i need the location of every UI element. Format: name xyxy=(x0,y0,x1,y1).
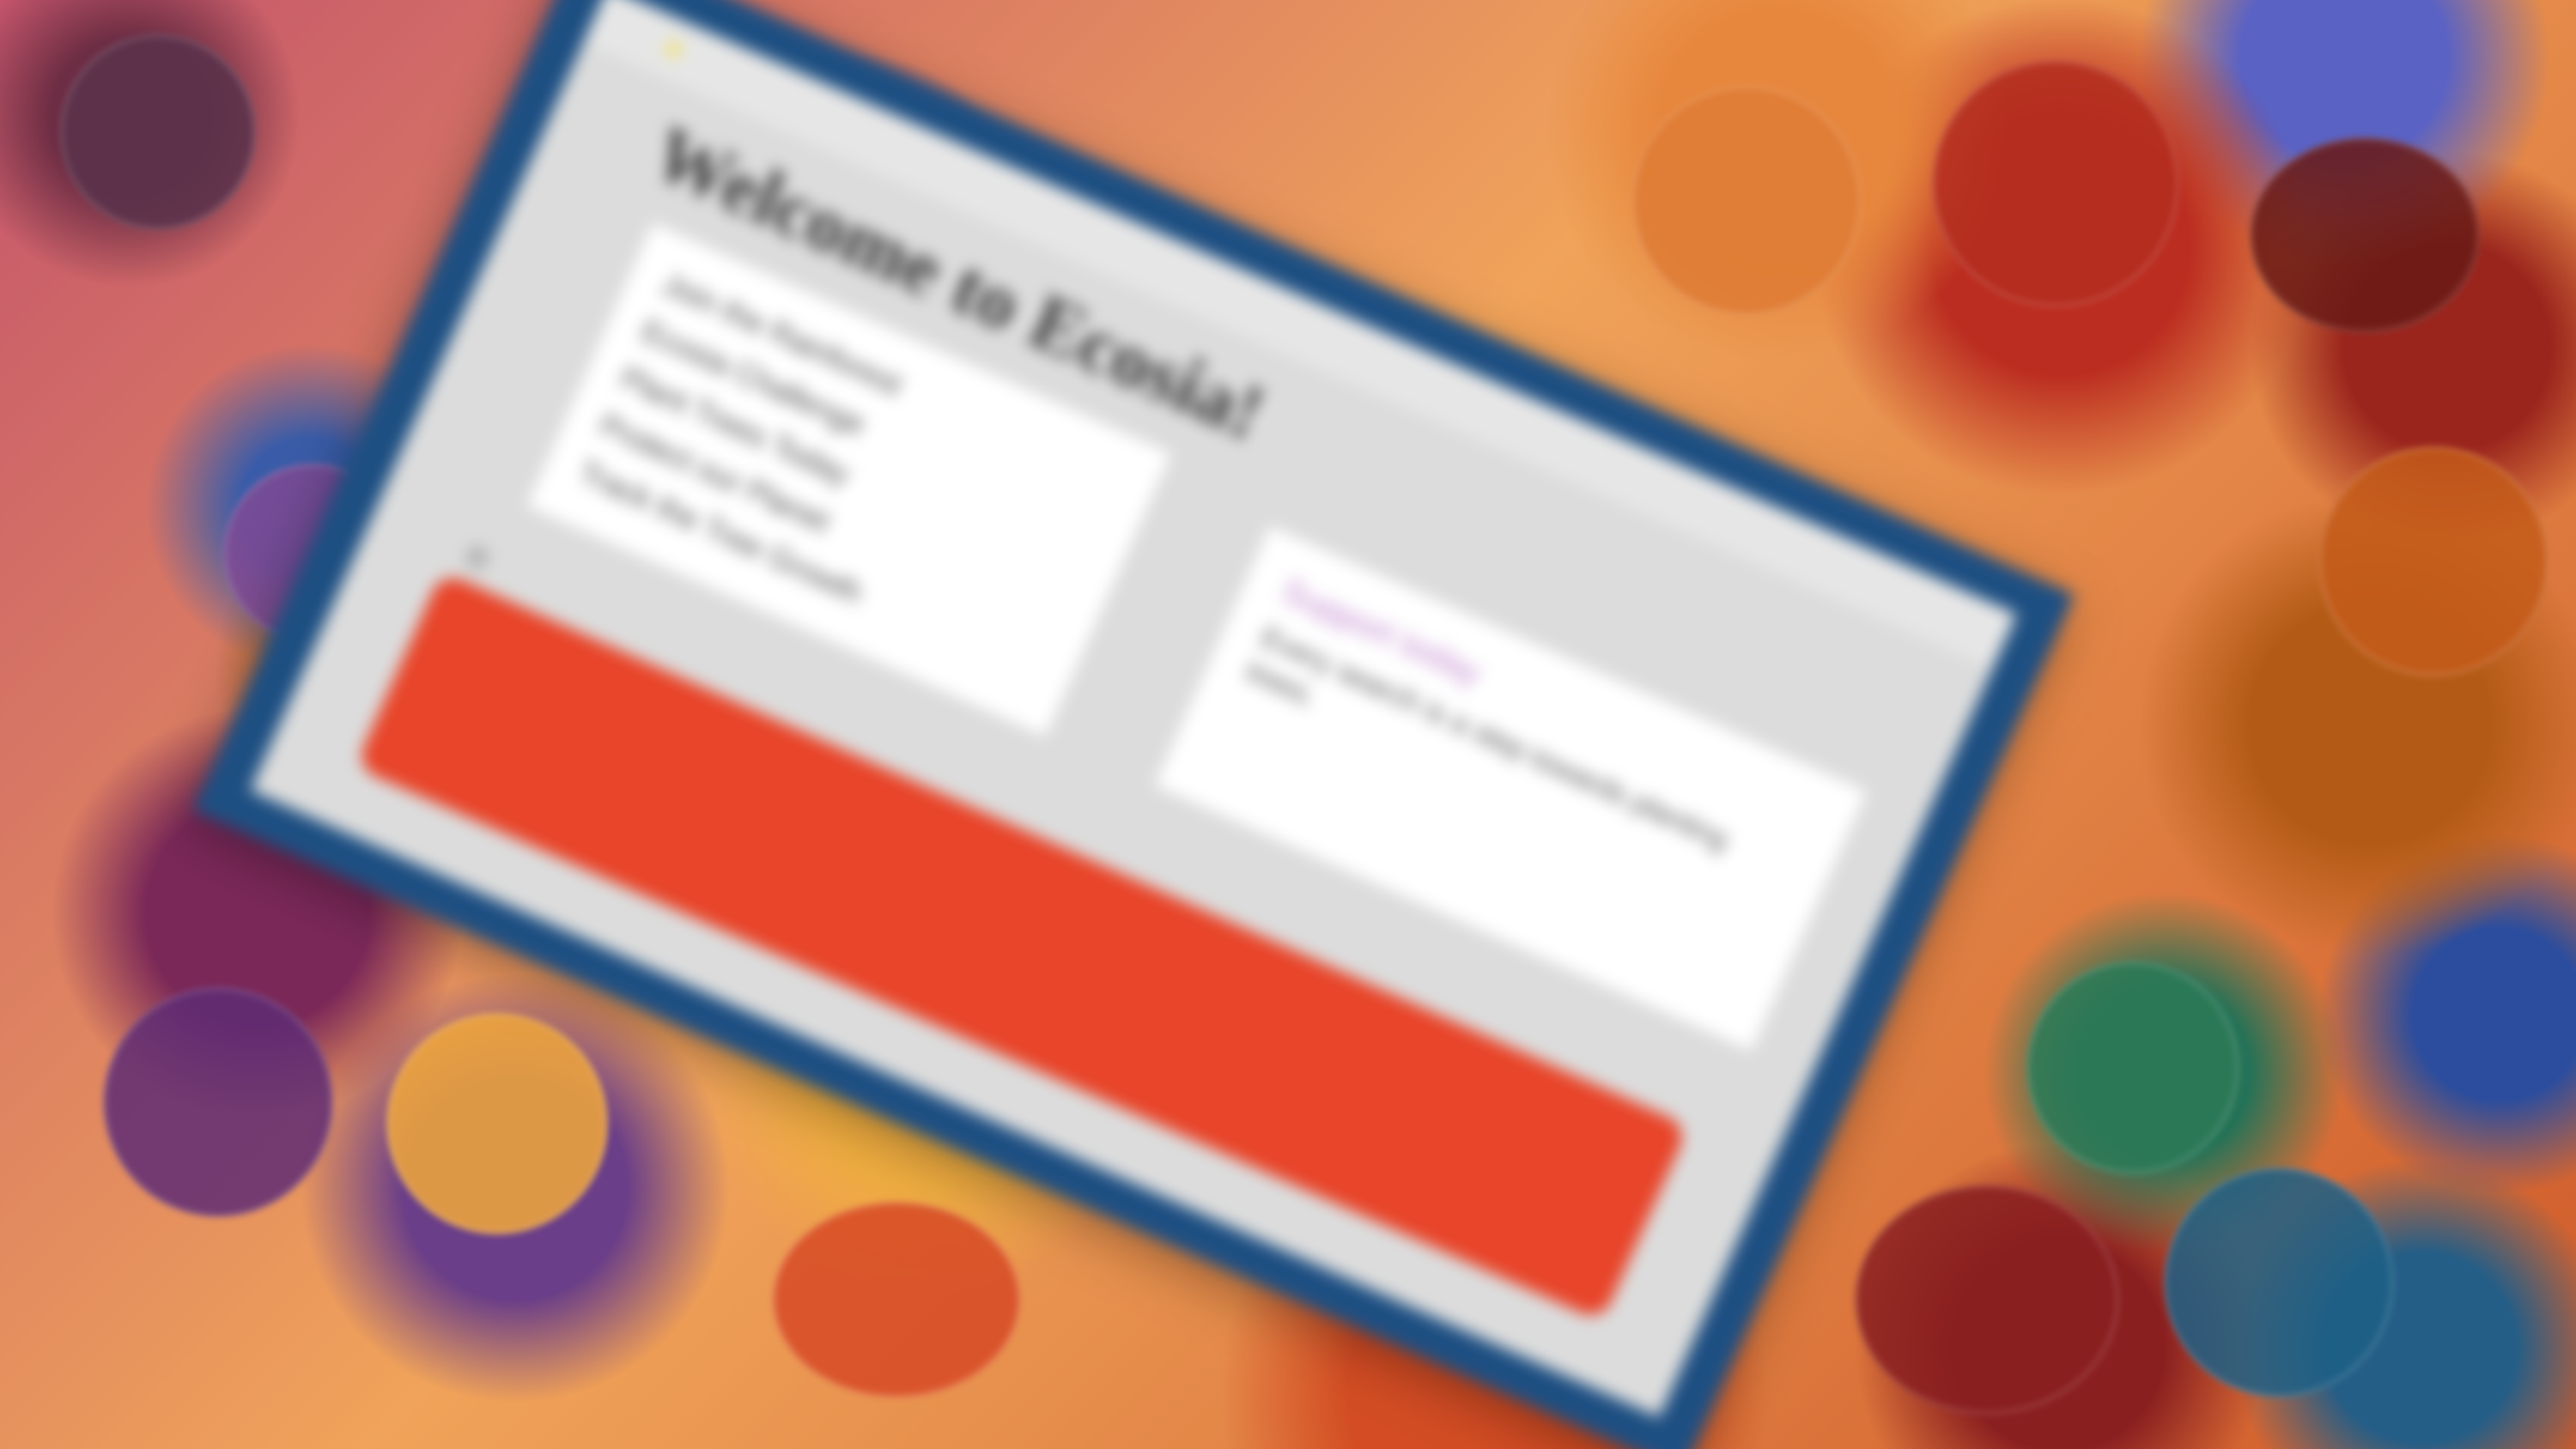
glass-flower-decoration xyxy=(1932,60,2179,307)
desktop-background: Welcome to Ecosia! Join the Rainforest E… xyxy=(0,0,2576,1449)
glass-flower-decoration xyxy=(103,987,333,1217)
glass-flower-decoration xyxy=(1631,86,1862,316)
glass-flower-decoration xyxy=(2318,446,2549,676)
glass-flower-decoration xyxy=(386,1013,608,1234)
glass-flower-decoration xyxy=(2250,137,2480,333)
glass-flower-decoration xyxy=(2164,1167,2394,1397)
glass-flower-decoration xyxy=(773,1202,1020,1397)
glass-flower-decoration xyxy=(1855,1185,2119,1415)
window-control-dot[interactable] xyxy=(663,39,684,60)
gear-icon[interactable]: ⚙ xyxy=(458,537,495,579)
glass-flower-decoration xyxy=(2026,961,2239,1174)
glass-flower-decoration xyxy=(60,34,256,230)
